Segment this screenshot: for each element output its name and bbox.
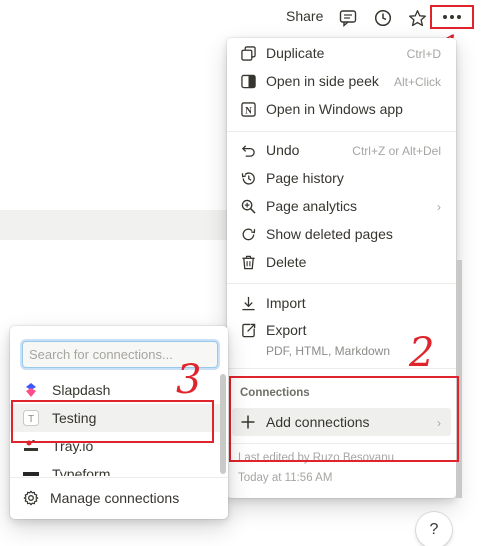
undo-icon [240,142,256,158]
page-background-band [0,210,230,240]
menu-item-import[interactable]: Import [227,289,456,317]
menu-item-open-side-peek[interactable]: Open in side peek Alt+Click [227,67,456,95]
last-edited-time: Today at 11:56 AM [238,472,333,484]
star-icon[interactable] [406,7,428,29]
more-icon [443,15,461,19]
restore-icon [240,226,256,242]
menu-item-undo[interactable]: Undo Ctrl+Z or Alt+Del [227,136,456,164]
more-button[interactable] [430,5,474,29]
analytics-icon [240,198,256,214]
chevron-right-icon: › [437,200,441,214]
menu-item-duplicate[interactable]: Duplicate Ctrl+D [227,39,456,67]
menu-item-open-windows-app[interactable]: N Open in Windows app [227,95,456,123]
gear-icon [23,490,39,506]
popover-divider [10,477,228,478]
import-icon [240,295,256,311]
notion-icon: N [240,101,256,117]
menu-item-page-analytics[interactable]: Page analytics › [227,192,456,220]
topbar: Share [0,0,483,36]
svg-text:N: N [245,106,252,116]
connection-item-typeform[interactable]: Typeform [10,460,220,476]
trash-icon [240,254,256,270]
clock-icon[interactable] [372,7,394,29]
comment-icon[interactable] [337,7,359,29]
export-icon [240,322,256,338]
annotation-3: 3 [176,357,202,403]
typeform-logo [23,466,39,476]
side-peek-icon [240,73,256,89]
menu-divider [227,131,456,132]
popover-scrollbar[interactable] [220,374,226,474]
menu-item-page-history[interactable]: Page history [227,164,456,192]
menu-item-delete[interactable]: Delete [227,248,456,276]
share-button[interactable]: Share [286,8,323,24]
menu-divider [227,283,456,284]
history-icon [240,170,256,186]
manage-connections-button[interactable]: Manage connections [10,484,228,512]
annotation-box-2 [229,376,459,462]
menu-item-show-deleted-pages[interactable]: Show deleted pages [227,220,456,248]
help-button[interactable]: ? [416,512,452,546]
export-sublabel: PDF, HTML, Markdown [266,344,391,358]
duplicate-icon [240,45,256,61]
slapdash-logo [23,382,39,398]
annotation-box-3 [11,400,214,443]
annotation-2: 2 [409,330,435,376]
